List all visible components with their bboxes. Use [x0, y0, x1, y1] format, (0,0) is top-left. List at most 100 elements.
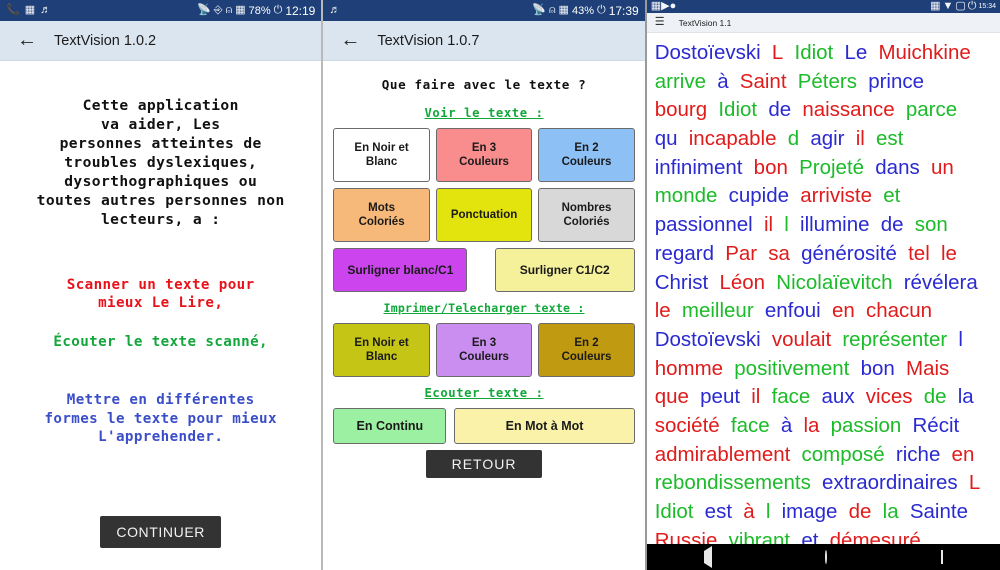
reader-word[interactable]: la: [803, 414, 819, 437]
reader-word[interactable]: passion: [831, 414, 902, 437]
reader-word[interactable]: passionnel: [655, 213, 753, 236]
reader-word[interactable]: Péters: [798, 70, 857, 93]
reader-word[interactable]: voulait: [772, 328, 831, 351]
reader-word[interactable]: vices: [866, 385, 913, 408]
reader-word[interactable]: représenter: [842, 328, 947, 351]
reader-word[interactable]: est: [705, 500, 732, 523]
reader-word[interactable]: Léon: [719, 271, 765, 294]
reader-word[interactable]: arriviste: [800, 184, 872, 207]
reader-word[interactable]: de: [924, 385, 947, 408]
btn-nombres-colories[interactable]: Nombres Coloriés: [538, 188, 634, 242]
reader-word[interactable]: composé: [802, 443, 885, 466]
reader-word[interactable]: enfoui: [765, 299, 821, 322]
reader-word[interactable]: riche: [896, 443, 940, 466]
reader-word[interactable]: Mais: [906, 357, 949, 380]
reader-word[interactable]: son: [915, 213, 948, 236]
reader-word[interactable]: tel: [908, 242, 930, 265]
reader-word[interactable]: à: [781, 414, 792, 437]
btn-mots-colories[interactable]: Mots Coloriés: [333, 188, 429, 242]
reader-word[interactable]: qu: [655, 127, 678, 150]
reader-word[interactable]: agir: [810, 127, 844, 150]
reader-word[interactable]: et: [883, 184, 900, 207]
reader-word[interactable]: l: [958, 328, 963, 351]
home-circle-icon[interactable]: [825, 552, 827, 563]
reader-word[interactable]: naissance: [802, 98, 894, 121]
reader-word[interactable]: en: [832, 299, 855, 322]
reader-word[interactable]: que: [655, 385, 689, 408]
hamburger-menu-icon[interactable]: ☰: [655, 17, 665, 28]
btn-view-2-couleurs[interactable]: En 2 Couleurs: [538, 128, 634, 182]
reader-word[interactable]: de: [881, 213, 904, 236]
reader-word[interactable]: face: [731, 414, 770, 437]
reader-word[interactable]: à: [717, 70, 728, 93]
back-triangle-icon[interactable]: [704, 552, 712, 563]
reader-word[interactable]: peut: [700, 385, 740, 408]
reader-word[interactable]: le: [655, 299, 671, 322]
btn-print-2-couleurs[interactable]: En 2 Couleurs: [538, 323, 634, 377]
reader-word[interactable]: la: [883, 500, 899, 523]
reader-word[interactable]: meilleur: [682, 299, 754, 322]
reader-word[interactable]: Dostoïevski: [655, 328, 761, 351]
reader-word[interactable]: positivement: [734, 357, 849, 380]
reader-word[interactable]: image: [782, 500, 838, 523]
reader-word[interactable]: parce: [906, 98, 957, 121]
reader-word[interactable]: extraordinaires: [822, 471, 958, 494]
btn-print-3-couleurs[interactable]: En 3 Couleurs: [436, 323, 532, 377]
btn-view-3-couleurs[interactable]: En 3 Couleurs: [436, 128, 532, 182]
back-arrow-icon[interactable]: ←: [14, 28, 40, 54]
back-arrow-icon[interactable]: ←: [337, 28, 363, 54]
reader-word[interactable]: il: [751, 385, 760, 408]
continue-button[interactable]: CONTINUER: [100, 516, 221, 548]
btn-surligner-blanc-c1[interactable]: Surligner blanc/C1: [333, 248, 467, 292]
reader-word[interactable]: Récit: [913, 414, 960, 437]
reader-word[interactable]: l: [784, 213, 789, 236]
reader-word[interactable]: l: [766, 500, 771, 523]
btn-print-noir-blanc[interactable]: En Noir et Blanc: [333, 323, 429, 377]
reader-word[interactable]: face: [772, 385, 811, 408]
btn-mot-a-mot[interactable]: En Mot à Mot: [454, 408, 634, 444]
reader-word[interactable]: infiniment: [655, 156, 743, 179]
recents-square-icon[interactable]: [941, 552, 943, 563]
reader-word[interactable]: aux: [822, 385, 855, 408]
reader-word[interactable]: un: [931, 156, 954, 179]
reader-word[interactable]: L: [969, 471, 980, 494]
reader-word[interactable]: à: [743, 500, 754, 523]
reader-word[interactable]: homme: [655, 357, 723, 380]
reader-word[interactable]: Muichkine: [878, 41, 970, 64]
reader-word[interactable]: de: [849, 500, 872, 523]
reader-word[interactable]: Dostoïevski: [655, 41, 761, 64]
reader-word[interactable]: société: [655, 414, 720, 437]
reader-word[interactable]: en: [952, 443, 975, 466]
reader-word[interactable]: prince: [868, 70, 924, 93]
reader-word[interactable]: monde: [655, 184, 718, 207]
reader-word[interactable]: rebondissements: [655, 471, 811, 494]
reader-word[interactable]: générosité: [801, 242, 897, 265]
reader-word[interactable]: Nicolaïevitch: [776, 271, 892, 294]
reader-word[interactable]: incapable: [689, 127, 777, 150]
btn-en-continu[interactable]: En Continu: [333, 408, 446, 444]
reader-word[interactable]: regard: [655, 242, 714, 265]
reader-word[interactable]: révélera: [904, 271, 978, 294]
reader-word[interactable]: bourg: [655, 98, 707, 121]
reader-word[interactable]: bon: [754, 156, 788, 179]
btn-ponctuation[interactable]: Ponctuation: [436, 188, 532, 242]
reader-word[interactable]: il: [764, 213, 773, 236]
reader-word[interactable]: sa: [768, 242, 790, 265]
reader-word[interactable]: admirablement: [655, 443, 791, 466]
reader-word[interactable]: Sainte: [910, 500, 968, 523]
reader-word[interactable]: Saint: [740, 70, 787, 93]
reader-word[interactable]: Christ: [655, 271, 709, 294]
reader-word[interactable]: Le: [844, 41, 867, 64]
reader-word[interactable]: de: [768, 98, 791, 121]
reader-word[interactable]: cupide: [729, 184, 789, 207]
reader-word[interactable]: illumine: [800, 213, 870, 236]
reader-word[interactable]: Idiot: [655, 500, 694, 523]
reader-word[interactable]: Idiot: [718, 98, 757, 121]
reader-word[interactable]: dans: [875, 156, 919, 179]
reader-word[interactable]: est: [876, 127, 903, 150]
reader-word[interactable]: bon: [861, 357, 895, 380]
btn-surligner-c1-c2[interactable]: Surligner C1/C2: [495, 248, 635, 292]
reader-word[interactable]: il: [856, 127, 865, 150]
reader-word[interactable]: L: [772, 41, 783, 64]
reader-word[interactable]: Projeté: [799, 156, 864, 179]
